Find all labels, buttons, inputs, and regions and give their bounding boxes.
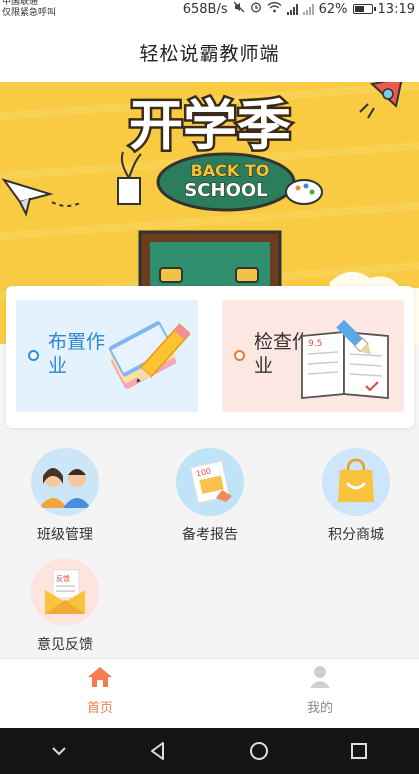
menu-label: 备考报告 xyxy=(182,527,238,543)
banner-headline: 开学季 xyxy=(129,94,291,157)
score-text: 9.5 xyxy=(308,339,322,349)
menu-exam-report[interactable]: 100 备考报告 xyxy=(160,448,260,544)
menu-feedback[interactable]: 反馈 意见反馈 xyxy=(15,558,115,654)
bottom-tab-bar: 首页 我的 xyxy=(0,658,419,728)
tab-mine[interactable]: 我的 xyxy=(270,665,370,716)
emergency-only-text: 仅限紧急呼叫 xyxy=(2,8,57,18)
class-management-icon xyxy=(31,448,99,516)
status-bar: 中国联通 仅限紧急呼叫 658B/s 62% 13:19 xyxy=(0,0,419,22)
wifi-icon xyxy=(267,1,282,17)
menu-label: 积分商城 xyxy=(328,527,384,543)
exam-report-icon: 100 xyxy=(176,448,244,516)
back-icon[interactable] xyxy=(147,740,169,762)
banner-subtitle-line2: SCHOOL xyxy=(184,180,267,201)
recent-apps-icon[interactable] xyxy=(348,740,370,762)
homework-cards: 布置作业 检查作业 9.5 xyxy=(6,286,414,428)
assign-homework-card[interactable]: 布置作业 xyxy=(16,300,198,412)
home-icon xyxy=(88,667,112,687)
bullet-icon xyxy=(28,350,39,361)
clock: 13:19 xyxy=(377,1,415,17)
app-header: 轻松说霸教师端 xyxy=(0,22,419,82)
assign-homework-label: 布置作业 xyxy=(48,331,106,377)
alarm-icon xyxy=(250,1,262,17)
battery-percent: 62% xyxy=(318,1,348,17)
system-navigation-bar xyxy=(0,728,419,774)
feedback-icon: 反馈 xyxy=(31,558,99,626)
mute-icon xyxy=(233,1,245,17)
hide-keyboard-icon[interactable] xyxy=(49,741,69,761)
tab-home[interactable]: 首页 xyxy=(50,665,150,716)
carrier-info: 中国联通 仅限紧急呼叫 xyxy=(2,0,56,19)
home-button-icon[interactable] xyxy=(248,740,270,762)
check-homework-card[interactable]: 检查作业 9.5 xyxy=(222,300,404,412)
menu-points-mall[interactable]: 积分商城 xyxy=(306,448,406,544)
books-pencil-icon xyxy=(104,314,191,404)
signal-icon-secondary xyxy=(302,3,314,15)
user-icon xyxy=(310,666,330,688)
signal-icon xyxy=(286,3,298,15)
carrier-name: 中国联通 xyxy=(2,0,39,7)
tab-home-label: 首页 xyxy=(86,701,113,716)
status-indicators: 658B/s 62% 13:19 xyxy=(183,0,415,18)
menu-class-management[interactable]: 班级管理 xyxy=(15,448,115,544)
notebook-icon: 9.5 xyxy=(296,314,396,404)
network-speed: 658B/s xyxy=(182,1,228,17)
page-title: 轻松说霸教师端 xyxy=(139,42,280,65)
points-mall-icon xyxy=(322,448,390,516)
bullet-icon xyxy=(234,350,245,361)
feedback-note-text: 反馈 xyxy=(56,574,70,583)
menu-label: 班级管理 xyxy=(37,527,93,543)
tab-mine-label: 我的 xyxy=(306,701,333,716)
palette-icon xyxy=(285,179,323,205)
banner-subtitle-line1: BACK TO xyxy=(191,161,270,180)
menu-label: 意见反馈 xyxy=(37,637,93,653)
battery-icon xyxy=(352,4,376,14)
